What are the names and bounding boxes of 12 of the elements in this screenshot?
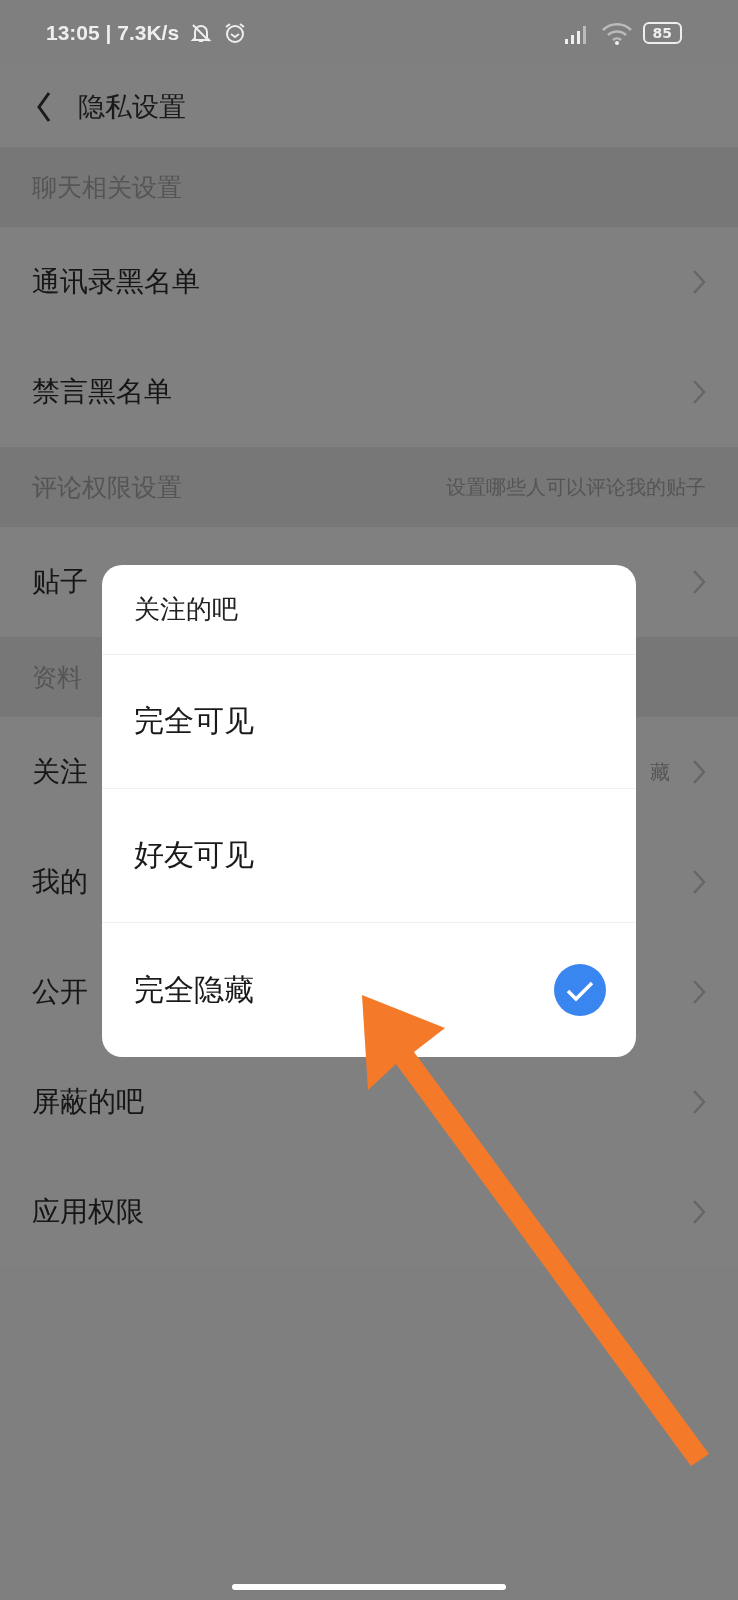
battery-icon: 85 <box>642 22 682 44</box>
row-label: 公开 <box>32 974 88 1010</box>
status-time: 13:05 | 7.3K/s <box>46 21 180 45</box>
row-label: 禁言黑名单 <box>32 374 172 410</box>
row-label: 我的 <box>32 864 88 900</box>
row-label: 贴子 <box>32 564 88 600</box>
row-label: 应用权限 <box>32 1194 144 1230</box>
page-title: 隐私设置 <box>78 89 186 124</box>
row-label: 关注 <box>32 754 88 790</box>
row-label: 通讯录黑名单 <box>32 264 200 300</box>
dialog-title: 关注的吧 <box>102 565 636 655</box>
row-label: 屏蔽的吧 <box>32 1084 144 1120</box>
